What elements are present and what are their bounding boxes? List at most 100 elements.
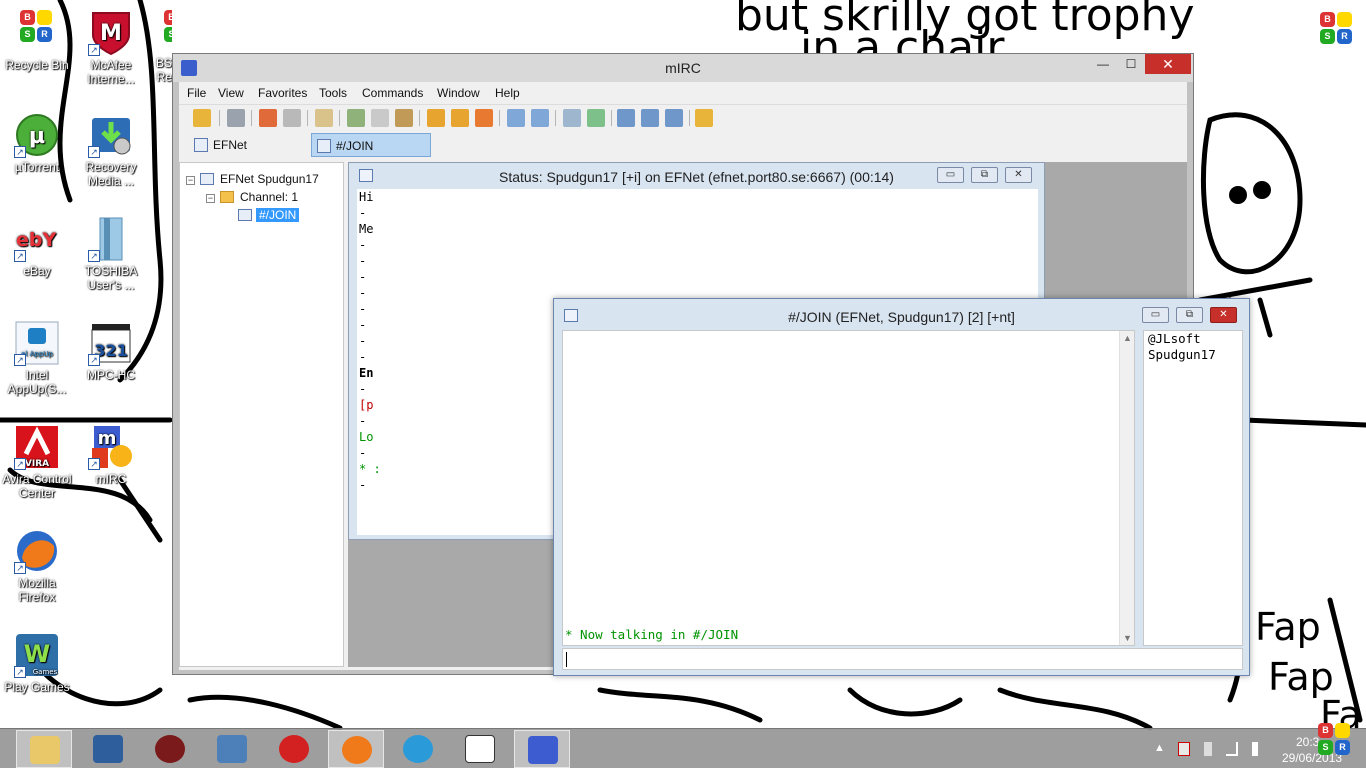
- toshiba-manual-icon: ↗: [88, 216, 134, 262]
- bluestacks-icon: B S: [148, 10, 172, 56]
- minimize-button[interactable]: ▭: [1142, 307, 1169, 323]
- scroll-up-arrow-icon[interactable]: ▲: [1120, 333, 1135, 343]
- scripts-editor-icon[interactable]: [315, 109, 333, 127]
- status-line: [p: [359, 398, 374, 412]
- taskbar-nero[interactable]: [266, 730, 322, 768]
- volume-icon[interactable]: [1252, 742, 1258, 756]
- connect-icon[interactable]: [193, 109, 211, 127]
- menu-help[interactable]: Help: [495, 86, 520, 100]
- tree-collapse-network[interactable]: −: [186, 176, 195, 185]
- menu-window[interactable]: Window: [437, 86, 480, 100]
- options-icon[interactable]: [227, 109, 245, 127]
- menu-file[interactable]: File: [187, 86, 206, 100]
- desktop-icon-mcafee[interactable]: M ↗ McAfee Interne...: [74, 10, 148, 86]
- nick-list-item[interactable]: Spudgun17: [1148, 347, 1216, 363]
- folder-icon: [220, 191, 234, 203]
- desktop-icon-label: Recycle Bin: [5, 58, 69, 72]
- minimize-button[interactable]: ▭: [937, 167, 964, 183]
- menu-commands[interactable]: Commands: [362, 86, 423, 100]
- status-line: -: [359, 334, 367, 348]
- close-button[interactable]: ✕: [1210, 307, 1237, 323]
- bluestacks-tray-icon[interactable]: B S R: [1318, 723, 1352, 757]
- menu-favorites[interactable]: Favorites: [258, 86, 307, 100]
- taskbar: ▲ 20:3 29/06/2013 B S R: [0, 723, 1366, 768]
- cascade-icon[interactable]: [665, 109, 683, 127]
- channel-text-area[interactable]: * Now talking in #/JOIN ▲ ▼: [562, 330, 1135, 646]
- utorrent-icon: µ ↗: [14, 112, 60, 158]
- address-book-icon[interactable]: [347, 109, 365, 127]
- switchbar-item-status[interactable]: EFNet Spudgun17: [189, 133, 309, 176]
- desktop-icon-label: Recovery Media ...: [85, 160, 137, 188]
- channels-list-icon[interactable]: [563, 109, 581, 127]
- remote-desktop-icon: [93, 735, 123, 763]
- desktop-icon-ebay[interactable]: ebY ↗ eBay: [0, 216, 74, 278]
- taskbar-messenger[interactable]: [204, 730, 260, 768]
- switchbar-item-channel[interactable]: #/JOIN: [311, 133, 431, 157]
- desktop-icon-recovery-media[interactable]: ↗ Recovery Media ...: [74, 112, 148, 188]
- taskbar-mirc[interactable]: [514, 730, 570, 768]
- taskbar-media-player[interactable]: [142, 730, 198, 768]
- scroll-down-arrow-icon[interactable]: ▼: [1120, 633, 1135, 643]
- close-button[interactable]: ✕: [1005, 167, 1032, 183]
- desktop-icon-mpc-hc[interactable]: 321 ↗ MPC-HC: [74, 320, 148, 382]
- status-line: -: [359, 478, 367, 492]
- maximize-button[interactable]: ☐: [1117, 54, 1145, 74]
- channel-central-icon[interactable]: [587, 109, 605, 127]
- desktop-icon-mirc[interactable]: m ↗ mIRC: [74, 424, 148, 486]
- dcc-chat-icon[interactable]: [451, 109, 469, 127]
- desktop-icon-bluestacks[interactable]: B S BS Re: [148, 10, 172, 84]
- scrollbar[interactable]: ▲ ▼: [1119, 331, 1134, 645]
- tile-vertical-icon[interactable]: [641, 109, 659, 127]
- favorites-icon[interactable]: [259, 109, 277, 127]
- message-input[interactable]: [562, 648, 1243, 670]
- action-center-icon[interactable]: [1178, 742, 1190, 756]
- taskbar-remote-desktop[interactable]: [80, 730, 136, 768]
- restore-button[interactable]: ⧉: [971, 167, 998, 183]
- close-button[interactable]: ✕: [1145, 54, 1191, 74]
- clock-time[interactable]: 20:3: [1296, 735, 1319, 749]
- nick-list-item[interactable]: @JLsoft: [1148, 331, 1201, 347]
- desktop-icon-toshiba[interactable]: ↗ TOSHIBA User's ...: [74, 216, 148, 292]
- channel-window[interactable]: #/JOIN (EFNet, Spudgun17) [2] [+nt] ▭ ⧉ …: [553, 298, 1250, 676]
- menu-tools[interactable]: Tools: [319, 86, 347, 100]
- menu-view[interactable]: View: [218, 86, 244, 100]
- desktop-icon-play-games[interactable]: W Games ↗ Play Games: [0, 632, 74, 694]
- tile-horizontal-icon[interactable]: [617, 109, 635, 127]
- taskbar-firefox[interactable]: [328, 730, 384, 768]
- mpc-hc-icon: 321 ↗: [88, 320, 134, 366]
- desktop-icon-avira[interactable]: VIRA ↗ Avira Control Center: [0, 424, 74, 500]
- folder-icon: [30, 736, 60, 764]
- desktop-icon-recycle-bin[interactable]: B S R Recycle Bin: [0, 10, 74, 72]
- notify-list-icon[interactable]: [507, 109, 525, 127]
- show-hidden-icons-icon[interactable]: ▲: [1154, 742, 1166, 756]
- mirc-window[interactable]: mIRC — ☐ ✕ File View Favorites Tools Com…: [172, 53, 1250, 676]
- mirc-titlebar[interactable]: mIRC — ☐ ✕: [173, 54, 1193, 82]
- timer-icon[interactable]: [371, 109, 389, 127]
- taskbar-mpc-hc[interactable]: [452, 730, 508, 768]
- battery-icon[interactable]: [1204, 742, 1212, 756]
- nick-list[interactable]: @JLsoft Spudgun17: [1143, 330, 1243, 646]
- tree-item-channel-folder[interactable]: Channel: 1: [240, 189, 298, 205]
- taskbar-file-explorer[interactable]: [16, 730, 72, 768]
- desktop-icon-label: mIRC: [95, 472, 127, 486]
- help-icon[interactable]: [695, 109, 713, 127]
- dcc-send-icon[interactable]: [427, 109, 445, 127]
- recovery-media-icon: ↗: [88, 112, 134, 158]
- minimize-button[interactable]: —: [1089, 54, 1117, 74]
- taskbar-internet-explorer[interactable]: [390, 730, 446, 768]
- channel-message: * Now talking in #/JOIN: [565, 627, 739, 642]
- received-files-icon[interactable]: [475, 109, 493, 127]
- network-signal-icon[interactable]: [1226, 742, 1238, 756]
- restore-button[interactable]: ⧉: [1176, 307, 1203, 323]
- desktop-icon-intel-appup[interactable]: el AppUp ↗ Intel AppUp(S...: [0, 320, 74, 396]
- desktop-icon-utorrent[interactable]: µ ↗ µTorrent: [0, 112, 74, 174]
- status-line: -: [359, 254, 367, 268]
- tree-collapse-channels[interactable]: −: [206, 194, 215, 203]
- bluestacks-gadget-icon[interactable]: B S R: [1320, 12, 1354, 46]
- desktop-icon-firefox[interactable]: ↗ Mozilla Firefox: [0, 528, 74, 604]
- url-catcher-icon[interactable]: [531, 109, 549, 127]
- colors-icon[interactable]: [395, 109, 413, 127]
- tree-item-channel[interactable]: #/JOIN: [256, 207, 300, 223]
- tree-item-network[interactable]: EFNet Spudgun17: [220, 171, 319, 187]
- organize-favorites-icon[interactable]: [283, 109, 301, 127]
